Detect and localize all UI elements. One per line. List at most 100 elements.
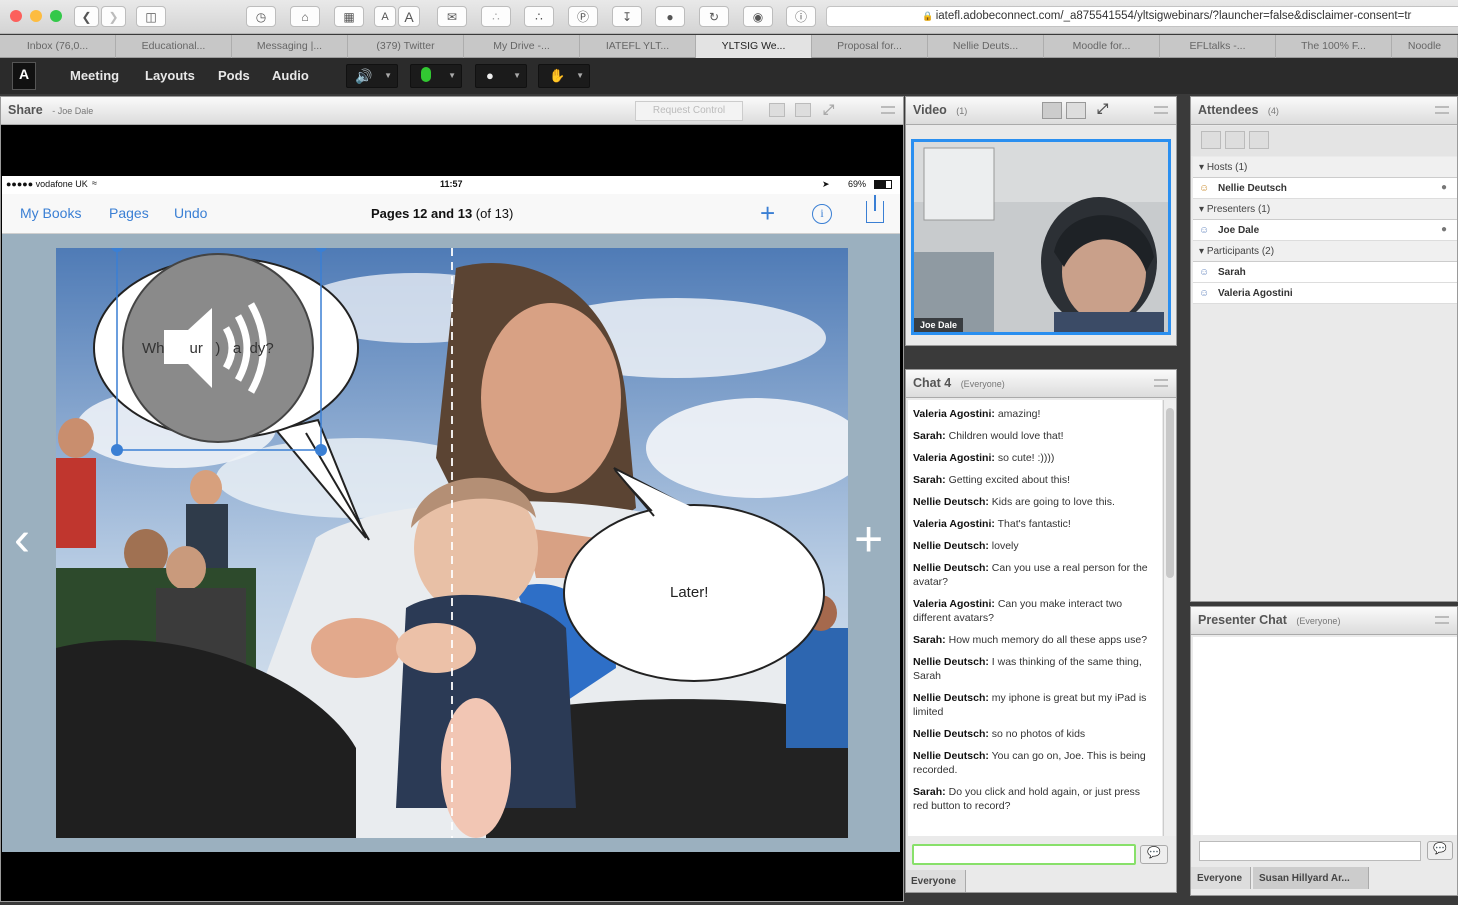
speaker-button[interactable]: 🔊 ▼ xyxy=(346,64,398,88)
feed-icon[interactable]: ∴ xyxy=(481,6,511,27)
video-pod-title: Video xyxy=(913,103,947,117)
pages-button[interactable]: Pages xyxy=(109,205,149,221)
grid-icon[interactable]: ▦ xyxy=(334,6,364,27)
text-smaller-icon[interactable]: A xyxy=(374,6,396,27)
presenter-chat-pod: Presenter Chat (Everyone) 💬 Everyone Sus… xyxy=(1190,606,1458,896)
filmstrip-view-icon[interactable] xyxy=(1066,102,1086,119)
grid-view-icon[interactable] xyxy=(1042,102,1062,119)
mail-icon[interactable]: ✉ xyxy=(437,6,467,27)
fullscreen-icon[interactable]: ⤢ xyxy=(1097,100,1108,117)
info-circle-icon[interactable]: i xyxy=(812,204,832,224)
presenter-chat-input[interactable] xyxy=(1199,841,1421,861)
rss-icon[interactable]: ∴ xyxy=(524,6,554,27)
send-message-icon[interactable]: 💬 xyxy=(1427,841,1453,860)
chat-scrollbar[interactable] xyxy=(1163,400,1176,836)
zoom-window-button[interactable] xyxy=(50,10,62,22)
previous-page-icon[interactable]: ‹ xyxy=(14,512,30,567)
speech-bubble-right[interactable] xyxy=(56,248,848,838)
presenter-chat-messages[interactable] xyxy=(1193,637,1457,835)
browser-tab[interactable]: Nellie Deuts... xyxy=(928,35,1044,58)
request-control-button[interactable]: Request Control xyxy=(635,101,743,121)
browser-tab[interactable]: Proposal for... xyxy=(812,35,928,58)
undo-button[interactable]: Undo xyxy=(174,205,207,221)
presenter-chat-tab-private[interactable]: Susan Hillyard Ar... xyxy=(1253,867,1369,889)
close-window-button[interactable] xyxy=(10,10,22,22)
browser-tab[interactable]: Inbox (76,0... xyxy=(0,35,116,58)
fit-width-icon[interactable] xyxy=(769,103,785,117)
home-icon[interactable]: ⌂ xyxy=(290,6,320,27)
share-icon[interactable] xyxy=(866,195,884,223)
chat-input[interactable] xyxy=(912,844,1136,865)
list-view-icon[interactable] xyxy=(1201,131,1221,149)
battery-label: 69% xyxy=(848,179,867,189)
browser-tab[interactable]: EFLtalks -... xyxy=(1160,35,1276,58)
chat-pod: Chat 4 (Everyone) Valeria Agostini: amaz… xyxy=(905,369,1177,893)
browser-tab[interactable]: Educational... xyxy=(116,35,232,58)
pod-menu-icon[interactable] xyxy=(881,106,895,114)
scrollbar-thumb[interactable] xyxy=(1166,408,1174,578)
menu-audio[interactable]: Audio xyxy=(272,58,309,94)
minimize-window-button[interactable] xyxy=(30,10,42,22)
clock-label: 11:57 xyxy=(440,179,463,189)
url-bar[interactable]: 🔒 iatefl.adobeconnect.com/_a875541554/yl… xyxy=(826,6,1458,27)
webcam-button[interactable]: ● ▼ xyxy=(475,64,527,88)
book-page-photo[interactable]: Wh ur ) a dy? Later! xyxy=(56,248,848,838)
attendees-pod: Attendees (4) ▾ Hosts (1) ☺ Nellie Deutsc… xyxy=(1190,96,1458,602)
actual-size-icon[interactable] xyxy=(795,103,811,117)
browser-tab[interactable]: Messaging |... xyxy=(232,35,348,58)
attendee-group-header[interactable]: ▾ Hosts (1) xyxy=(1193,157,1457,178)
attendee-row[interactable]: ☺ Nellie Deutsch ● xyxy=(1193,178,1457,199)
pod-menu-icon[interactable] xyxy=(1154,379,1168,387)
status-button[interactable]: ✋ ▼ xyxy=(538,64,590,88)
sort-icon[interactable] xyxy=(1249,131,1269,149)
download-icon[interactable]: ↧ xyxy=(612,6,642,27)
browser-tab[interactable]: IATEFL YLT... xyxy=(580,35,696,58)
webcam-icon: ● xyxy=(486,68,494,83)
chat-message-list[interactable]: Valeria Agostini: amazing! Sarah: Childre… xyxy=(908,400,1162,836)
sidebar-icon[interactable]: ◫ xyxy=(136,6,166,27)
record-icon[interactable]: ● xyxy=(655,6,685,27)
attendee-group-header[interactable]: ▾ Participants (2) xyxy=(1193,241,1457,262)
carrier-label: ●●●●● vodafone UK xyxy=(6,179,88,189)
info-icon[interactable]: ⓘ xyxy=(786,6,816,27)
history-icon[interactable]: ◷ xyxy=(246,6,276,27)
menu-layouts[interactable]: Layouts xyxy=(145,58,195,94)
video-pod: Video (1) ⤢ Joe Dale xyxy=(905,96,1177,346)
attendee-group-header[interactable]: ▾ Presenters (1) xyxy=(1193,199,1457,220)
attendees-pod-title: Attendees xyxy=(1198,103,1259,117)
browser-tab[interactable]: My Drive -... xyxy=(464,35,580,58)
fullscreen-icon[interactable]: ⤢ xyxy=(823,101,834,118)
adobe-logo-icon[interactable]: A xyxy=(12,62,36,90)
presenter-chat-tab-everyone[interactable]: Everyone xyxy=(1191,867,1251,889)
chat-message: Nellie Deutsch: Kids are going to love t… xyxy=(913,495,1157,509)
browser-tab[interactable]: YLTSIG We... xyxy=(696,35,812,58)
my-books-button[interactable]: My Books xyxy=(20,205,81,221)
menu-pods[interactable]: Pods xyxy=(218,58,250,94)
add-icon[interactable]: + xyxy=(760,198,775,229)
extension-icon[interactable]: ◉ xyxy=(743,6,773,27)
expand-view-icon[interactable] xyxy=(1225,131,1245,149)
pinterest-icon[interactable]: Ⓟ xyxy=(568,6,598,27)
pod-menu-icon[interactable] xyxy=(1435,616,1449,624)
attendee-row[interactable]: ☺ Joe Dale ● xyxy=(1193,220,1457,241)
back-icon[interactable]: ❮ xyxy=(74,6,99,27)
browser-tab[interactable]: Moodle for... xyxy=(1044,35,1160,58)
attendee-row[interactable]: ☺ Sarah xyxy=(1193,262,1457,283)
add-page-icon[interactable]: + xyxy=(854,514,883,564)
browser-tab[interactable]: (379) Twitter xyxy=(348,35,464,58)
chat-sender: Sarah: xyxy=(913,430,946,442)
menu-meeting[interactable]: Meeting xyxy=(70,58,119,94)
pod-menu-icon[interactable] xyxy=(1154,106,1168,114)
attendee-row[interactable]: ☺ Valeria Agostini xyxy=(1193,283,1457,304)
chat-tab-everyone[interactable]: Everyone xyxy=(906,870,966,892)
browser-tab[interactable]: Noodle xyxy=(1392,35,1458,58)
chat-message: Nellie Deutsch: my iphone is great but m… xyxy=(913,691,1157,719)
webcam-feed[interactable]: Joe Dale xyxy=(911,139,1171,335)
pod-menu-icon[interactable] xyxy=(1435,106,1449,114)
forward-icon[interactable]: ❯ xyxy=(101,6,126,27)
text-larger-icon[interactable]: A xyxy=(398,6,420,27)
send-message-icon[interactable]: 💬 xyxy=(1140,845,1168,864)
refresh-icon[interactable]: ↻ xyxy=(699,6,729,27)
browser-tab[interactable]: The 100% F... xyxy=(1276,35,1392,58)
microphone-button[interactable]: ▼ xyxy=(410,64,462,88)
